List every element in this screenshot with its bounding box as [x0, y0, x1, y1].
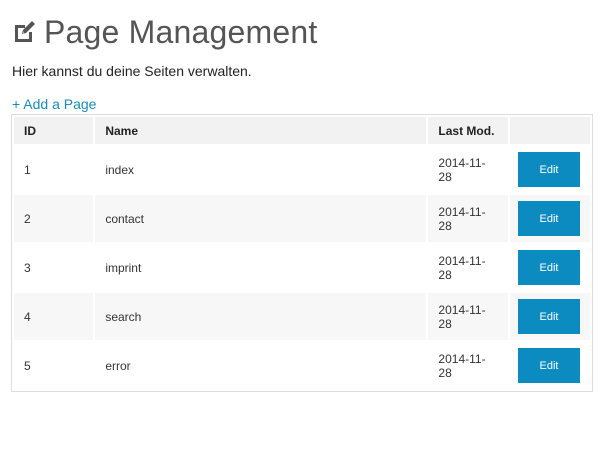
- cell-id: 4: [14, 293, 94, 340]
- table-row: 4 search 2014-11-28 Edit: [14, 293, 590, 340]
- column-header-id: ID: [14, 117, 94, 144]
- cell-id: 1: [14, 146, 94, 193]
- table-header-row: ID Name Last Mod.: [14, 117, 590, 144]
- table-row: 1 index 2014-11-28 Edit: [14, 146, 590, 193]
- table-row: 2 contact 2014-11-28 Edit: [14, 195, 590, 242]
- cell-name: search: [95, 293, 427, 340]
- table-row: 5 error 2014-11-28 Edit: [14, 342, 590, 389]
- table-row: 3 imprint 2014-11-28 Edit: [14, 244, 590, 291]
- cell-name: index: [95, 146, 427, 193]
- cell-id: 3: [14, 244, 94, 291]
- page-header: Page Management: [12, 14, 317, 50]
- edit-icon: [12, 20, 36, 44]
- cell-last-mod: 2014-11-28: [428, 195, 508, 242]
- cell-last-mod: 2014-11-28: [428, 342, 508, 389]
- page: Page Management Hier kannst du deine Sei…: [0, 0, 600, 450]
- column-header-name: Name: [95, 117, 427, 144]
- column-header-last-mod: Last Mod.: [428, 117, 508, 144]
- edit-button[interactable]: Edit: [518, 201, 580, 236]
- cell-id: 2: [14, 195, 94, 242]
- cell-name: imprint: [95, 244, 427, 291]
- edit-button[interactable]: Edit: [518, 250, 580, 285]
- edit-button[interactable]: Edit: [518, 152, 580, 187]
- edit-button[interactable]: Edit: [518, 299, 580, 334]
- cell-last-mod: 2014-11-28: [428, 244, 508, 291]
- cell-name: contact: [95, 195, 427, 242]
- edit-button[interactable]: Edit: [518, 348, 580, 383]
- page-title: Page Management: [44, 14, 318, 50]
- cell-action: Edit: [510, 342, 590, 389]
- cell-action: Edit: [510, 195, 590, 242]
- pages-table: ID Name Last Mod. 1 index 2014-11-28 Edi…: [11, 114, 593, 392]
- cell-action: Edit: [510, 293, 590, 340]
- cell-name: error: [95, 342, 427, 389]
- cell-last-mod: 2014-11-28: [428, 293, 508, 340]
- cell-last-mod: 2014-11-28: [428, 146, 508, 193]
- page-subtitle: Hier kannst du deine Seiten verwalten.: [12, 63, 252, 79]
- cell-action: Edit: [510, 146, 590, 193]
- add-page-link[interactable]: + Add a Page: [12, 96, 96, 112]
- column-header-actions: [510, 117, 590, 144]
- cell-action: Edit: [510, 244, 590, 291]
- cell-id: 5: [14, 342, 94, 389]
